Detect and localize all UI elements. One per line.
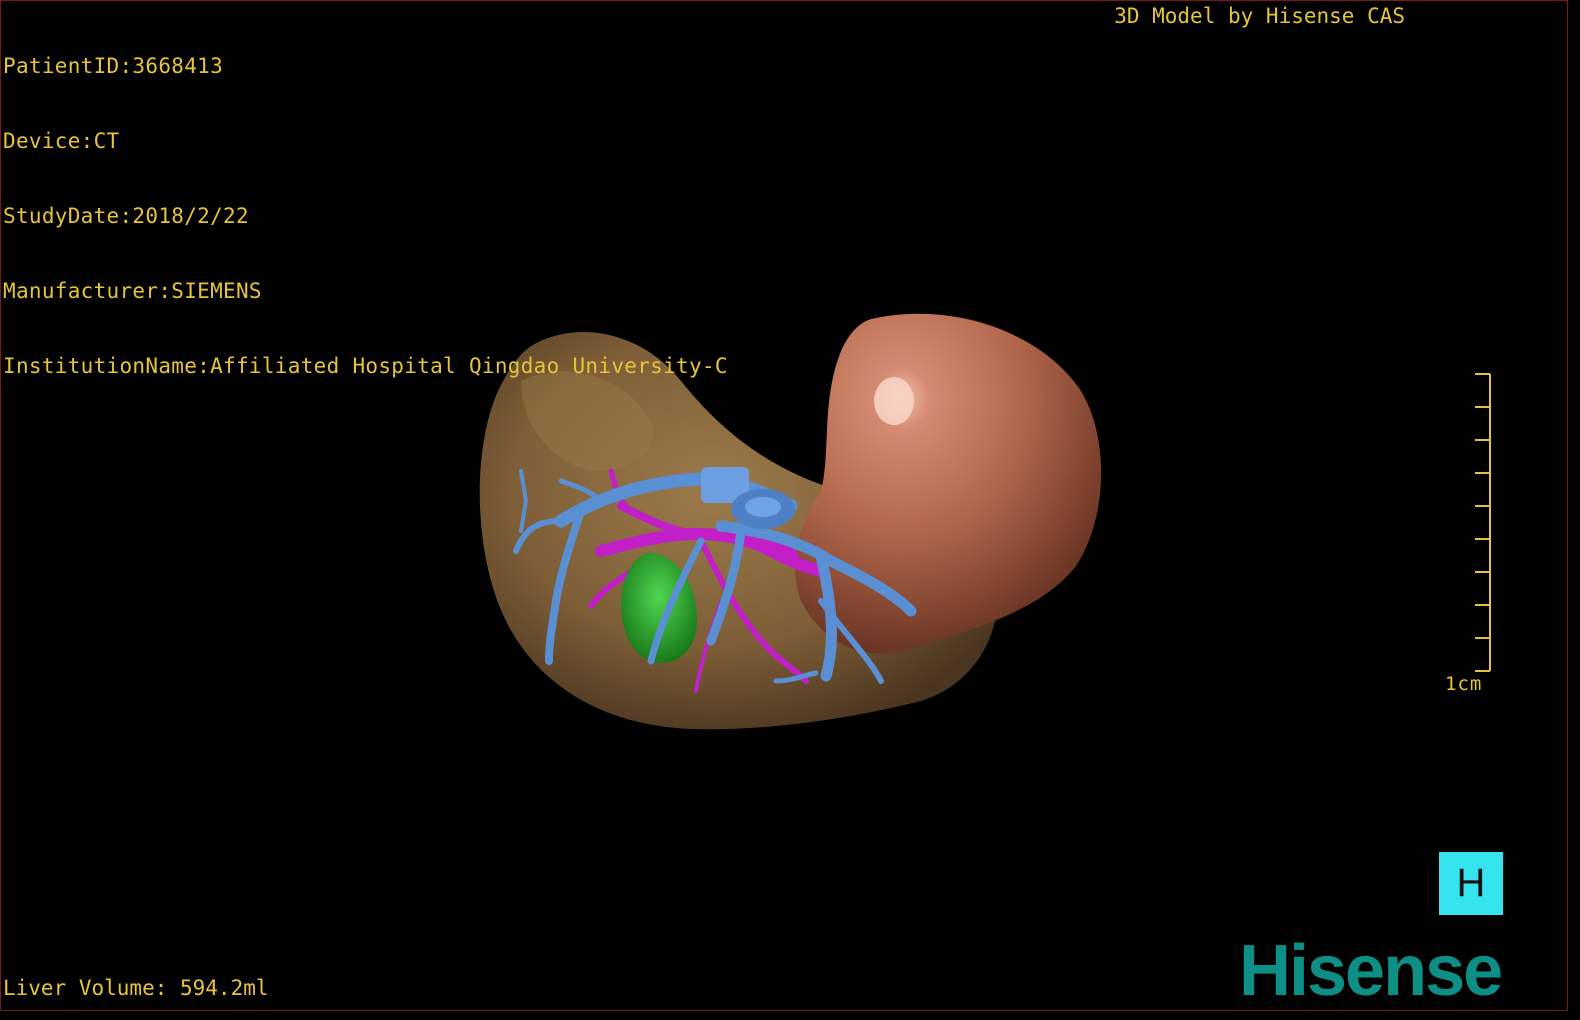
patient-info-overlay: PatientID:3668413 Device:CT StudyDate:20… — [3, 4, 728, 429]
study-date: StudyDate:2018/2/22 — [3, 204, 249, 228]
organ-mesh — [794, 313, 1102, 654]
liver-volume: Liver Volume: 594.2ml — [3, 976, 269, 1000]
manufacturer: Manufacturer:SIEMENS — [3, 279, 262, 303]
orientation-cube[interactable]: H — [1439, 852, 1503, 915]
model-credit: 3D Model by Hisense CAS — [1114, 4, 1405, 28]
institution-name: InstitutionName:Affiliated Hospital Qing… — [3, 354, 728, 378]
scale-label: 1cm — [1445, 673, 1483, 695]
device: Device:CT — [3, 129, 120, 153]
organ-highlight — [874, 377, 914, 425]
3d-viewport[interactable]: PatientID:3668413 Device:CT StudyDate:20… — [0, 0, 1568, 1011]
hisense-logo: Hisense — [1239, 931, 1503, 1011]
scale-bar — [1475, 373, 1491, 672]
patient-id: PatientID:3668413 — [3, 54, 224, 78]
